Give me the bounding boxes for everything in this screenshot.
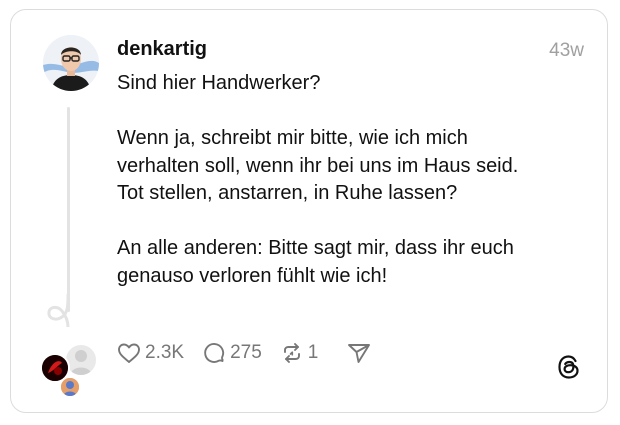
- repost-icon: [283, 343, 300, 363]
- reply-avatar: [59, 376, 81, 398]
- repost-count: 1: [307, 342, 319, 363]
- post-time: 43w: [549, 40, 584, 61]
- post-line: Wenn ja, schreibt mir bitte, wie ich mic…: [117, 127, 468, 149]
- action-bar: 2.3K 275 1: [117, 340, 390, 366]
- reply-count: 275: [230, 342, 262, 363]
- reply-button[interactable]: 275: [202, 341, 262, 365]
- post-body: Sind hier Handwerker? Wenn ja, schreibt …: [117, 70, 577, 290]
- like-count: 2.3K: [145, 342, 185, 363]
- post-line: Tot stellen, anstarren, in Ruhe lassen?: [117, 182, 458, 204]
- thread-line: [67, 107, 70, 312]
- like-button[interactable]: 2.3K: [117, 342, 184, 364]
- post-line: verhalten soll, wenn ihr bei uns im Haus…: [117, 154, 519, 177]
- reply-avatars[interactable]: [40, 343, 102, 399]
- username[interactable]: denkartig: [117, 38, 207, 61]
- threads-logo-icon[interactable]: [556, 354, 582, 380]
- send-icon: [348, 344, 371, 363]
- post-line: genauso verloren fühlt wie ich!: [117, 264, 388, 287]
- avatar[interactable]: [43, 35, 99, 91]
- comment-icon: [204, 343, 225, 363]
- thread-loop-icon: [47, 293, 70, 327]
- post-line: An alle anderen: Bitte sagt mir, dass ih…: [117, 237, 514, 259]
- post-line: Sind hier Handwerker?: [117, 72, 321, 94]
- repost-button[interactable]: 1: [280, 341, 319, 365]
- heart-icon: [118, 343, 140, 363]
- share-button[interactable]: [346, 341, 372, 365]
